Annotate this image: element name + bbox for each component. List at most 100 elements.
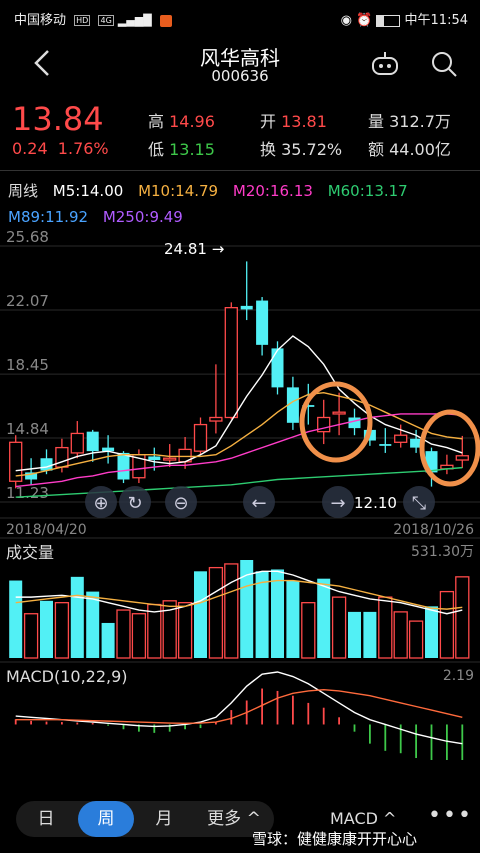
amount-value: 44.00亿 bbox=[389, 140, 451, 159]
alarm-icon: ⏰ bbox=[356, 13, 373, 28]
turnover-value: 35.72% bbox=[281, 140, 343, 159]
eye-icon: ◉ bbox=[340, 13, 352, 28]
ma20-value: M20:16.13 bbox=[232, 182, 313, 200]
zoom-in-icon[interactable]: ⊕ bbox=[93, 493, 108, 514]
turnover-label: 换 bbox=[260, 140, 277, 159]
candle-body bbox=[117, 452, 130, 480]
ma60-value: M60:13.17 bbox=[327, 182, 408, 200]
candle-body bbox=[224, 307, 238, 419]
network-badge: 4G bbox=[98, 15, 114, 26]
volume-bar bbox=[271, 569, 284, 658]
candle-body bbox=[163, 457, 177, 461]
indicator-select[interactable]: MACD ^ bbox=[330, 809, 396, 828]
tab-month[interactable]: 月 bbox=[136, 801, 192, 837]
status-left: 中国移动 HD 4G ▂▄▆█ bbox=[14, 9, 172, 28]
macd-title: MACD(10,22,9) bbox=[6, 667, 128, 686]
volume-bar bbox=[425, 606, 438, 658]
battery-icon bbox=[376, 14, 401, 27]
fullscreen-icon[interactable]: ⤡ bbox=[412, 493, 426, 514]
high-row: 高 14.96 bbox=[148, 108, 215, 132]
y-tick-label: 11.23 bbox=[6, 484, 49, 502]
period-label: 周线 bbox=[8, 182, 39, 200]
amount-row: 额 44.00亿 bbox=[368, 136, 451, 160]
status-right: ◉ ⏰ 中午11:54 bbox=[341, 9, 468, 28]
volume-title: 成交量 bbox=[6, 543, 54, 562]
volume-bar bbox=[286, 580, 300, 658]
volume-bar bbox=[363, 611, 377, 658]
more-options-icon[interactable]: ••• bbox=[428, 803, 473, 828]
high-value: 14.96 bbox=[169, 112, 215, 131]
open-value: 13.81 bbox=[281, 112, 327, 131]
zoom-out-icon[interactable]: ⊖ bbox=[173, 493, 188, 514]
search-icon[interactable] bbox=[430, 50, 458, 78]
status-bar: 中国移动 HD 4G ▂▄▆█ ◉ ⏰ 中午11:54 bbox=[0, 0, 480, 34]
tab-week[interactable]: 周 bbox=[78, 801, 134, 837]
volume-bar bbox=[54, 602, 70, 659]
min-price-label: 12.10 bbox=[354, 494, 397, 512]
volume-bar bbox=[70, 576, 84, 658]
watermark: 雪球：健健康康开开心心 bbox=[252, 830, 418, 848]
candle-body bbox=[148, 456, 161, 461]
stock-code: 000636 bbox=[211, 67, 269, 85]
volume-max-label: 531.30万 bbox=[411, 544, 474, 560]
candle-body bbox=[455, 455, 469, 461]
volume-bar bbox=[116, 609, 131, 659]
macd-max-label: 2.19 bbox=[443, 668, 474, 684]
volume-bar bbox=[40, 600, 53, 658]
ma89-value: M89:11.92 bbox=[8, 208, 89, 226]
carrier-label: 中国移动 bbox=[14, 13, 67, 28]
scroll-left-icon[interactable]: ← bbox=[251, 493, 266, 514]
robot-icon[interactable] bbox=[370, 50, 400, 78]
change-percent: 1.76% bbox=[57, 139, 109, 158]
low-label: 低 bbox=[148, 140, 165, 159]
ma5-value: M5:14.00 bbox=[52, 182, 124, 200]
current-price: 13.84 bbox=[12, 100, 104, 138]
y-tick-label: 25.68 bbox=[6, 230, 49, 246]
volume-bar bbox=[439, 590, 455, 659]
scroll-right-icon[interactable]: → bbox=[330, 493, 345, 514]
amount-label: 额 bbox=[368, 140, 385, 159]
volume-bar bbox=[177, 602, 193, 659]
date-start-label: 2018/04/20 bbox=[6, 522, 87, 538]
change-value: 0.24 bbox=[12, 139, 48, 158]
low-value: 13.15 bbox=[169, 140, 215, 159]
ma-line-m60 bbox=[15, 466, 463, 498]
volume-bar bbox=[208, 566, 224, 659]
candle-body bbox=[332, 411, 346, 415]
volume-row: 量 312.7万 bbox=[368, 108, 451, 132]
volume-bar bbox=[131, 613, 147, 659]
volume-bar bbox=[255, 571, 269, 658]
turnover-row: 换 35.72% bbox=[260, 136, 342, 160]
volume-bar bbox=[194, 571, 207, 658]
kline-chart[interactable]: 25.68 22.07 18.45 14.84 11.23 24.81 → 12.10 ⊕ ↻ ⊖… bbox=[0, 230, 480, 760]
candle-body bbox=[271, 348, 284, 388]
candle-body bbox=[55, 446, 69, 468]
high-label: 高 bbox=[148, 112, 165, 131]
volume-label: 量 bbox=[368, 112, 385, 131]
candle-body bbox=[193, 423, 208, 452]
volume-bar bbox=[408, 620, 424, 659]
candle-body bbox=[379, 444, 392, 446]
candle-body bbox=[256, 300, 269, 345]
volume-bar bbox=[393, 611, 408, 659]
price-change: 0.24 1.76% bbox=[12, 139, 109, 158]
tab-day[interactable]: 日 bbox=[16, 801, 76, 837]
y-tick-label: 14.84 bbox=[6, 420, 49, 438]
candle-body bbox=[240, 305, 253, 310]
candle-body bbox=[86, 431, 99, 452]
reset-icon[interactable]: ↻ bbox=[127, 493, 142, 514]
divider bbox=[0, 170, 480, 171]
volume-bar bbox=[23, 613, 39, 659]
volume-bar bbox=[301, 602, 316, 659]
y-tick-label: 18.45 bbox=[6, 356, 49, 374]
volume-bar bbox=[317, 578, 331, 658]
ma-legend: 周线 M5:14.00 M10:14.79 M20:16.13 M60:13.1… bbox=[8, 178, 478, 230]
quote-panel: 13.84 0.24 1.76% 高 14.96 低 13.15 开 13.81… bbox=[0, 96, 480, 168]
period-tabs: 日 周 月 更多 ^ bbox=[16, 801, 274, 837]
max-price-label: 24.81 → bbox=[164, 240, 224, 258]
y-tick-label: 22.07 bbox=[6, 292, 49, 310]
open-row: 开 13.81 bbox=[260, 108, 327, 132]
header: 风华高科 000636 bbox=[0, 34, 480, 94]
volume-bar bbox=[378, 596, 393, 659]
volume-bar bbox=[455, 576, 470, 659]
